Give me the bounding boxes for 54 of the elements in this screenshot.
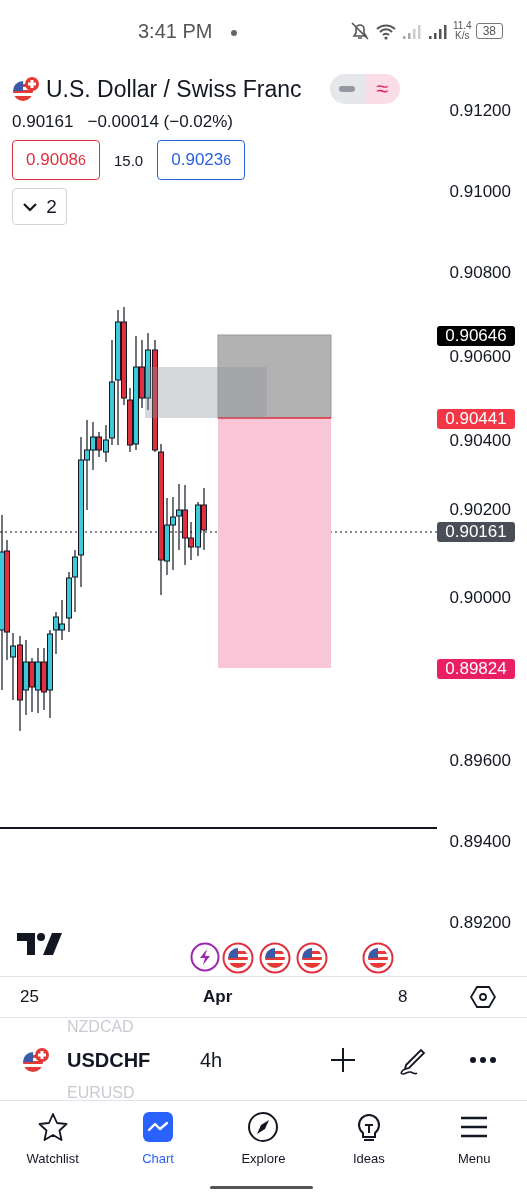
price-tag: 0.89824 xyxy=(437,659,515,679)
time-label: 25 xyxy=(20,987,40,1007)
nav-tab[interactable]: Explore xyxy=(210,1101,317,1199)
axis-label: 0.90600 xyxy=(449,348,511,366)
speed-unit: K/s xyxy=(455,31,470,41)
price-tag: 0.90161 xyxy=(437,522,515,542)
nav-tab[interactable]: Watchlist xyxy=(0,1101,106,1199)
axis-label: 0.91000 xyxy=(449,183,511,201)
indicators-toggle[interactable]: 2 xyxy=(12,188,67,225)
nav-tab[interactable]: Menu xyxy=(421,1101,527,1199)
mode-toggle[interactable] xyxy=(329,74,365,104)
axis-label: 0.89400 xyxy=(449,833,511,851)
flag-icon[interactable] xyxy=(259,942,291,974)
chart-icon xyxy=(142,1111,175,1143)
flag-icon[interactable] xyxy=(222,942,254,974)
price-tag: 0.90646 xyxy=(437,326,515,346)
price-change: −0.00014 (−0.02%) xyxy=(87,112,233,132)
network-speed: 11.4 xyxy=(452,21,472,31)
lightning-icon[interactable] xyxy=(190,942,220,972)
battery-indicator: 38 xyxy=(475,23,503,39)
settings-icon[interactable] xyxy=(470,985,496,1009)
compass-icon xyxy=(247,1111,280,1143)
signal-icon xyxy=(426,22,449,40)
wifi-icon xyxy=(374,22,397,40)
logo xyxy=(17,933,62,955)
nav-tab[interactable]: Ideas xyxy=(316,1101,422,1199)
signal-icon xyxy=(400,22,423,40)
flag-icon[interactable] xyxy=(296,942,328,974)
spread-value: 15.0 xyxy=(114,151,144,169)
notification-dot xyxy=(231,30,237,36)
interval-label[interactable]: 4h xyxy=(200,1048,293,1072)
flag-icon xyxy=(12,76,40,102)
time-label: Apr xyxy=(203,987,234,1007)
axis-label: 0.90400 xyxy=(449,432,511,450)
shaded-zone[interactable] xyxy=(145,367,267,418)
last-price: 0.90161 xyxy=(12,112,74,132)
flag-icon[interactable] xyxy=(362,942,394,974)
price-tag: 0.90441 xyxy=(437,409,515,429)
axis-label: 0.90200 xyxy=(449,501,511,519)
more-icon[interactable] xyxy=(469,1056,497,1064)
star-icon xyxy=(36,1111,69,1143)
axis-label: 0.89200 xyxy=(449,914,511,932)
axis-label: 0.89600 xyxy=(449,752,511,770)
axis-label: 0.90800 xyxy=(449,264,511,282)
symbol-title: U.S. Dollar / Swiss Franc xyxy=(46,75,302,103)
nav-tab[interactable]: Chart xyxy=(105,1101,211,1199)
symbol-name[interactable]: USDCHF xyxy=(67,1048,200,1072)
add-icon[interactable] xyxy=(329,1046,357,1074)
axis-label: 0.91200 xyxy=(449,102,511,120)
status-time: 3:41 PM xyxy=(138,20,213,43)
time-label: 8 xyxy=(398,987,409,1007)
flag-icon xyxy=(22,1047,50,1073)
axis-label: 0.90000 xyxy=(449,589,511,607)
bell-off-icon xyxy=(348,20,371,42)
